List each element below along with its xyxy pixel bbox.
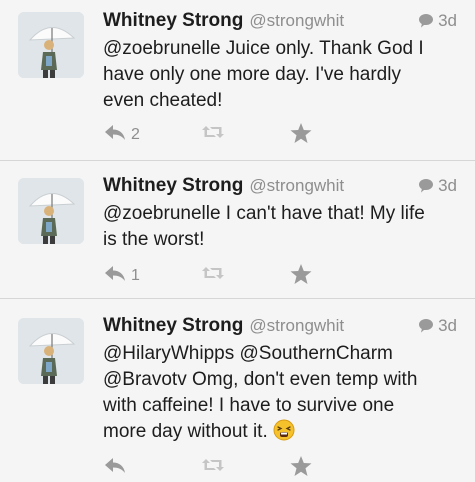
tweet-text-line: have only one more day. I've hardly [103,64,401,85]
retweet-icon [200,263,226,288]
tweet-actions: 1 [103,263,403,287]
reply-icon [103,263,127,288]
star-icon [289,263,313,290]
retweet-button[interactable] [200,455,226,480]
favorite-button[interactable] [289,122,313,149]
reply-icon [103,455,127,480]
reply-count: 2 [131,125,140,143]
timestamp: 3d [418,176,457,198]
timestamp-text: 3d [438,316,457,335]
tweet-text-line: more day without it. [103,421,268,442]
timestamp-text: 3d [438,11,457,30]
retweet-icon [200,455,226,480]
tweet[interactable]: Whitney Strong @strongwhit 3d @HilaryWhip… [0,298,475,480]
reply-button[interactable] [103,455,131,480]
tweet-feed: Whitney Strong @strongwhit 3d @zoebrunell… [0,0,475,480]
favorite-button[interactable] [289,263,313,290]
tweet-text-line: @zoebrunelle I can't have that! My life [103,203,425,224]
tweet[interactable]: Whitney Strong @strongwhit 3d @zoebrunell… [0,0,475,160]
tweet-text-line: even cheated! [103,90,223,111]
star-icon [289,455,313,482]
retweet-button[interactable] [200,122,226,147]
author-name[interactable]: Whitney Strong [103,175,243,196]
author-name[interactable]: Whitney Strong [103,315,243,336]
tweet-text: @HilaryWhipps @SouthernCharm @Bravotv Om… [103,341,463,449]
reply-count: 1 [131,266,140,284]
author-handle[interactable]: @strongwhit [249,316,344,335]
timestamp-text: 3d [438,176,457,195]
author-name[interactable]: Whitney Strong [103,10,243,31]
tweet-text-line: @Bravotv Omg, don't even temp with [103,369,418,390]
tweet[interactable]: Whitney Strong @strongwhit 3d @zoebrunell… [0,160,475,298]
tweet-text-line: @zoebrunelle Juice only. Thank God I [103,38,424,59]
tweet-text-line: with caffeine! I have to survive one [103,395,395,416]
star-icon [289,122,313,149]
timestamp: 3d [418,11,457,33]
tweet-text: @zoebrunelle I can't have that! My life … [103,201,463,253]
comment-bubble-icon [418,13,434,33]
author-handle[interactable]: @strongwhit [249,176,344,195]
tweet-actions: 2 [103,122,403,146]
reply-button[interactable]: 2 [103,122,140,147]
avatar[interactable] [18,12,84,78]
favorite-button[interactable] [289,455,313,482]
retweet-icon [200,122,226,147]
reply-icon [103,122,127,147]
tired-face-emoji [273,419,295,449]
avatar[interactable] [18,318,84,384]
reply-button[interactable]: 1 [103,263,140,288]
tweet-text: @zoebrunelle Juice only. Thank God I hav… [103,36,463,114]
tweet-text-line: is the worst! [103,229,205,250]
retweet-button[interactable] [200,263,226,288]
comment-bubble-icon [418,178,434,198]
author-handle[interactable]: @strongwhit [249,11,344,30]
comment-bubble-icon [418,318,434,338]
tweet-text-line: @HilaryWhipps @SouthernCharm [103,343,393,364]
timestamp: 3d [418,316,457,338]
tweet-actions [103,455,403,479]
avatar[interactable] [18,178,84,244]
